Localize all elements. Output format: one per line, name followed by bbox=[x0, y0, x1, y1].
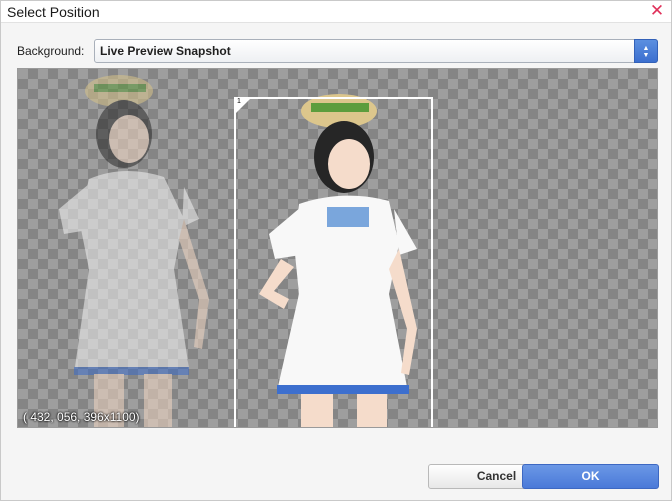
select-position-dialog: Select Position ✕ Background: Live Previ… bbox=[0, 0, 672, 501]
selection-number: 1 bbox=[237, 98, 241, 105]
close-icon[interactable]: ✕ bbox=[649, 2, 665, 20]
background-select[interactable]: Live Preview Snapshot ▲ ▼ bbox=[94, 39, 658, 63]
background-label: Background: bbox=[17, 44, 85, 58]
ok-button[interactable]: OK bbox=[522, 464, 659, 489]
title-bar: Select Position ✕ bbox=[1, 1, 671, 23]
position-readout: ( 432, 056, 396x1100) bbox=[23, 410, 140, 424]
background-character-image bbox=[59, 75, 209, 427]
background-select-value: Live Preview Snapshot bbox=[100, 44, 231, 58]
up-down-chevron-icon[interactable]: ▲ ▼ bbox=[634, 39, 658, 63]
selection-frame[interactable]: 1 bbox=[234, 97, 433, 427]
dialog-title: Select Position bbox=[7, 4, 100, 20]
preview-canvas[interactable]: 1 ( 432, 056, 396x1100) bbox=[17, 68, 658, 428]
